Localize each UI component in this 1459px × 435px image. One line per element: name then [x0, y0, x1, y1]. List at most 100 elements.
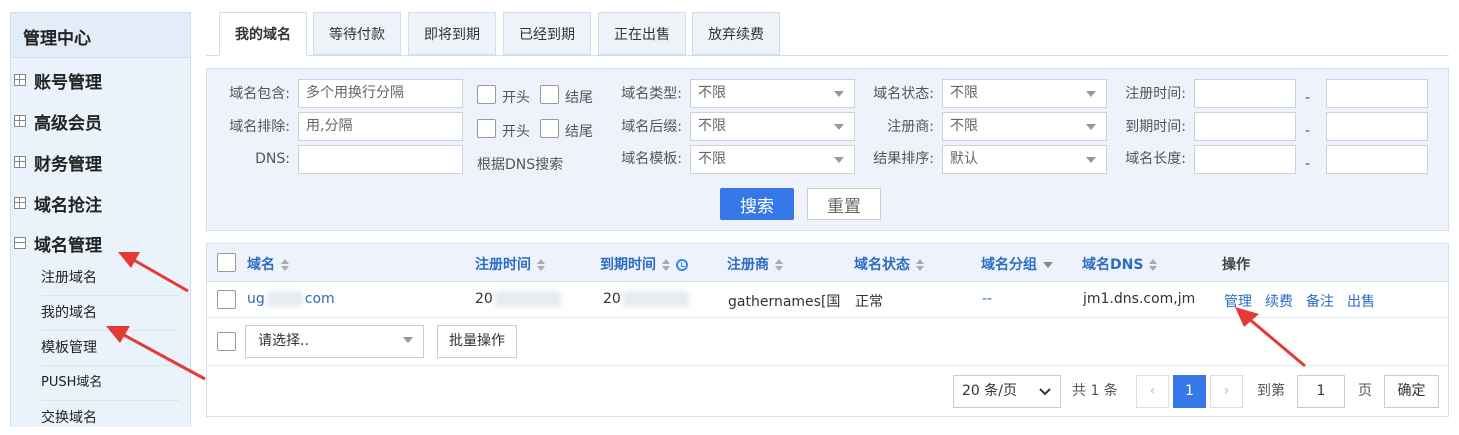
registrar-select[interactable]: 不限 [942, 112, 1107, 141]
filter-dropdown-icon [1043, 262, 1053, 268]
exclude-start-label: 开头 [502, 124, 530, 140]
sidebar-subitem-push-domain[interactable]: PUSH域名 [41, 366, 179, 401]
range-dash: - [1305, 90, 1311, 106]
status-select[interactable]: 不限 [942, 79, 1107, 108]
table-header [207, 244, 1448, 282]
tab-renewal-abandoned[interactable]: 放弃续费 [692, 12, 780, 55]
header-actions: 操作 [1222, 257, 1250, 273]
exclude-label: 域名排除: [229, 119, 290, 135]
sidebar-item-vip[interactable]: 高级会员 [14, 108, 102, 134]
page-button-current[interactable]: 1 [1173, 375, 1206, 408]
chevron-down-icon [834, 91, 844, 97]
sort-label: 结果排序: [873, 151, 934, 167]
contains-start-checkbox[interactable] [477, 85, 496, 104]
sidebar-item-finance[interactable]: 财务管理 [14, 149, 102, 175]
header-exp-time[interactable]: 到期时间 [600, 254, 688, 274]
sidebar-subitem-templates[interactable]: 模板管理 [41, 331, 179, 366]
suffix-select[interactable]: 不限 [690, 112, 855, 141]
header-reg-time[interactable]: 注册时间 [475, 254, 545, 274]
domain-link[interactable]: ug com [247, 291, 335, 307]
header-registrar[interactable]: 注册商 [727, 254, 783, 274]
contains-start-label: 开头 [502, 90, 530, 106]
expand-icon [14, 197, 26, 209]
type-label: 域名类型: [621, 86, 682, 102]
sell-link[interactable]: 出售 [1347, 291, 1375, 311]
dns-input[interactable] [298, 145, 463, 174]
batch-select-all-checkbox[interactable] [217, 332, 236, 351]
chevron-down-icon [1086, 91, 1096, 97]
header-domain[interactable]: 域名 [247, 254, 289, 274]
sidebar-item-backorder[interactable]: 域名抢注 [14, 190, 102, 216]
sort-select[interactable]: 默认 [942, 145, 1107, 174]
select-all-checkbox[interactable] [217, 253, 236, 272]
length-min-input[interactable] [1194, 145, 1296, 174]
tab-expired[interactable]: 已经到期 [503, 12, 591, 55]
chevron-down-icon [1086, 157, 1096, 163]
tab-my-domains[interactable]: 我的域名 [219, 12, 307, 56]
tab-expiring-soon[interactable]: 即将到期 [408, 12, 496, 55]
status-cell: 正常 [855, 294, 883, 310]
exp-time-cell: 20 [603, 291, 689, 307]
sidebar-subitem-exchange-domain[interactable]: 交换域名 [41, 401, 179, 435]
template-select[interactable]: 不限 [690, 145, 855, 174]
expand-icon [14, 74, 26, 86]
header-group[interactable]: 域名分组 [981, 254, 1053, 274]
contains-end-checkbox[interactable] [540, 85, 559, 104]
status-label: 域名状态: [873, 86, 934, 102]
sidebar-item-domain-management[interactable]: 域名管理 [14, 230, 102, 256]
chevron-down-icon [834, 124, 844, 130]
contains-end-label: 结尾 [565, 90, 593, 106]
renew-link[interactable]: 续费 [1265, 291, 1293, 311]
tab-bar-divider [206, 55, 1449, 56]
header-dns[interactable]: 域名DNS [1082, 254, 1158, 274]
page-size-select[interactable]: 20 条/页 [953, 375, 1061, 408]
length-label: 域名长度: [1125, 151, 1186, 167]
group-cell[interactable]: -- [982, 291, 992, 307]
reset-button[interactable]: 重置 [807, 188, 881, 220]
tab-for-sale[interactable]: 正在出售 [598, 12, 686, 55]
contains-input[interactable]: 多个用换行分隔 [298, 79, 463, 108]
expand-icon [14, 115, 26, 127]
row-divider [207, 365, 1448, 366]
tab-pending-payment[interactable]: 等待付款 [313, 12, 401, 55]
search-button[interactable]: 搜索 [720, 188, 794, 220]
sidebar-title: 管理中心 [11, 13, 190, 58]
length-max-input[interactable] [1326, 145, 1428, 174]
goto-label: 到第 [1257, 383, 1285, 399]
exp-time-start-input[interactable] [1194, 112, 1296, 141]
exclude-end-checkbox[interactable] [540, 119, 559, 138]
sidebar-subitem-register-domain[interactable]: 注册域名 [41, 261, 179, 296]
redacted-blur [622, 291, 689, 307]
type-select[interactable]: 不限 [690, 79, 855, 108]
batch-action-button[interactable]: 批量操作 [437, 325, 517, 358]
sidebar-subitem-my-domains[interactable]: 我的域名 [41, 296, 179, 331]
contains-label: 域名包含: [229, 86, 290, 102]
goto-page-input[interactable]: 1 [1297, 375, 1345, 408]
row-checkbox[interactable] [217, 290, 236, 309]
exclude-start-checkbox[interactable] [477, 119, 496, 138]
reg-time-end-input[interactable] [1326, 79, 1428, 108]
suffix-label: 域名后缀: [621, 119, 682, 135]
exp-time-end-input[interactable] [1326, 112, 1428, 141]
redacted-blur [494, 291, 561, 307]
sort-icon [281, 259, 289, 271]
sort-icon [916, 259, 924, 271]
next-page-button[interactable]: › [1210, 375, 1243, 408]
sort-icon [537, 259, 545, 271]
batch-action-select[interactable]: 请选择.. [245, 325, 424, 358]
note-link[interactable]: 备注 [1306, 291, 1334, 311]
prev-page-button[interactable]: ‹ [1136, 375, 1169, 408]
dns-label: DNS: [255, 151, 290, 167]
range-dash: - [1305, 156, 1311, 172]
manage-link[interactable]: 管理 [1224, 291, 1252, 311]
page-unit-label: 页 [1358, 383, 1372, 399]
sidebar-item-account[interactable]: 账号管理 [14, 67, 102, 93]
header-status[interactable]: 域名状态 [854, 254, 924, 274]
dns-cell: jm1.dns.com,jm [1083, 291, 1196, 307]
goto-confirm-button[interactable]: 确定 [1384, 375, 1439, 408]
clock-icon[interactable] [676, 259, 688, 271]
domain-table: 域名 注册时间 到期时间 注册商 域名状态 域名分组 域名DNS 操作 ug co… [206, 243, 1449, 417]
chevron-down-icon [403, 337, 413, 343]
reg-time-start-input[interactable] [1194, 79, 1296, 108]
exclude-input[interactable]: 用,分隔 [298, 112, 463, 141]
